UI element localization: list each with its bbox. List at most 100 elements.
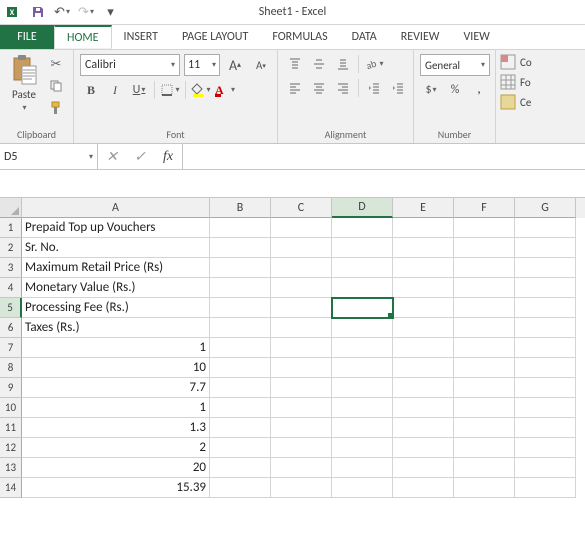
cell-E14[interactable] xyxy=(393,478,454,498)
cell-G10[interactable] xyxy=(515,398,576,418)
cell-A8[interactable]: 10 xyxy=(22,358,210,378)
cell-E13[interactable] xyxy=(393,458,454,478)
cell-A10[interactable]: 1 xyxy=(22,398,210,418)
align-bottom-button[interactable] xyxy=(332,54,354,74)
row-header[interactable]: 8 xyxy=(0,358,22,378)
cell-G5[interactable] xyxy=(515,298,576,318)
align-top-button[interactable] xyxy=(284,54,306,74)
cell-A1[interactable]: Prepaid Top up Vouchers xyxy=(22,218,210,238)
cell-G4[interactable] xyxy=(515,278,576,298)
font-size-combo[interactable]: 11▾ xyxy=(184,54,220,76)
cell-B9[interactable] xyxy=(210,378,271,398)
row-header[interactable]: 14 xyxy=(0,478,22,498)
cell-A11[interactable]: 1.3 xyxy=(22,418,210,438)
row-header[interactable]: 12 xyxy=(0,438,22,458)
cell-A13[interactable]: 20 xyxy=(22,458,210,478)
accounting-format-button[interactable]: $▾ xyxy=(420,80,442,100)
name-box[interactable]: D5▾ xyxy=(0,144,98,169)
cell-A3[interactable]: Maximum Retail Price (Rs) xyxy=(22,258,210,278)
orientation-button[interactable]: ab▾ xyxy=(363,54,385,74)
percent-style-button[interactable]: % xyxy=(444,80,466,100)
row-header[interactable]: 5 xyxy=(0,298,22,318)
fill-color-button[interactable]: ▾ xyxy=(190,80,212,100)
grow-font-button[interactable]: A▴ xyxy=(224,55,246,75)
cell-F5[interactable] xyxy=(454,298,515,318)
cell-D7[interactable] xyxy=(332,338,393,358)
align-left-button[interactable] xyxy=(284,78,306,98)
cell-F14[interactable] xyxy=(454,478,515,498)
cell-D14[interactable] xyxy=(332,478,393,498)
cell-E8[interactable] xyxy=(393,358,454,378)
tab-insert[interactable]: INSERT xyxy=(112,25,170,49)
cell-C3[interactable] xyxy=(271,258,332,278)
redo-icon[interactable]: ↷▾ xyxy=(76,2,96,22)
cell-G1[interactable] xyxy=(515,218,576,238)
cell-D5[interactable] xyxy=(332,298,393,318)
font-name-combo[interactable]: Calibri▾ xyxy=(80,54,180,76)
cell-F11[interactable] xyxy=(454,418,515,438)
cell-E12[interactable] xyxy=(393,438,454,458)
cell-G14[interactable] xyxy=(515,478,576,498)
cell-F7[interactable] xyxy=(454,338,515,358)
tab-page-layout[interactable]: PAGE LAYOUT xyxy=(170,25,260,49)
cell-B7[interactable] xyxy=(210,338,271,358)
tab-data[interactable]: DATA xyxy=(340,25,389,49)
cell-F8[interactable] xyxy=(454,358,515,378)
comma-style-button[interactable]: , xyxy=(468,80,490,100)
cell-A14[interactable]: 15.39 xyxy=(22,478,210,498)
col-header-C[interactable]: C xyxy=(271,198,332,218)
cell-E6[interactable] xyxy=(393,318,454,338)
col-header-E[interactable]: E xyxy=(393,198,454,218)
cell-B14[interactable] xyxy=(210,478,271,498)
cell-B2[interactable] xyxy=(210,238,271,258)
cell-D1[interactable] xyxy=(332,218,393,238)
cell-styles-label[interactable]: Ce xyxy=(520,96,531,109)
cell-G9[interactable] xyxy=(515,378,576,398)
cell-B3[interactable] xyxy=(210,258,271,278)
align-center-button[interactable] xyxy=(308,78,330,98)
cell-G2[interactable] xyxy=(515,238,576,258)
number-format-combo[interactable]: General▾ xyxy=(420,54,490,76)
cell-D10[interactable] xyxy=(332,398,393,418)
cell-B6[interactable] xyxy=(210,318,271,338)
cell-E11[interactable] xyxy=(393,418,454,438)
cell-E1[interactable] xyxy=(393,218,454,238)
cell-G6[interactable] xyxy=(515,318,576,338)
cell-B13[interactable] xyxy=(210,458,271,478)
col-header-B[interactable]: B xyxy=(210,198,271,218)
row-header[interactable]: 11 xyxy=(0,418,22,438)
cell-D2[interactable] xyxy=(332,238,393,258)
cell-E10[interactable] xyxy=(393,398,454,418)
cell-C7[interactable] xyxy=(271,338,332,358)
cell-F6[interactable] xyxy=(454,318,515,338)
cell-G11[interactable] xyxy=(515,418,576,438)
cell-E2[interactable] xyxy=(393,238,454,258)
tab-review[interactable]: REVIEW xyxy=(389,25,452,49)
format-as-table-label[interactable]: Fo xyxy=(520,76,531,89)
select-all-corner[interactable] xyxy=(0,198,22,218)
cell-G7[interactable] xyxy=(515,338,576,358)
cell-C8[interactable] xyxy=(271,358,332,378)
tab-view[interactable]: VIEW xyxy=(451,25,501,49)
cell-C2[interactable] xyxy=(271,238,332,258)
cell-C9[interactable] xyxy=(271,378,332,398)
cell-C13[interactable] xyxy=(271,458,332,478)
cell-E5[interactable] xyxy=(393,298,454,318)
italic-button[interactable]: I xyxy=(104,80,126,100)
cell-D9[interactable] xyxy=(332,378,393,398)
cell-E9[interactable] xyxy=(393,378,454,398)
row-header[interactable]: 2 xyxy=(0,238,22,258)
cell-D3[interactable] xyxy=(332,258,393,278)
row-header[interactable]: 10 xyxy=(0,398,22,418)
cell-F1[interactable] xyxy=(454,218,515,238)
borders-button[interactable]: ▾ xyxy=(159,80,181,100)
row-header[interactable]: 9 xyxy=(0,378,22,398)
cell-D8[interactable] xyxy=(332,358,393,378)
cell-G8[interactable] xyxy=(515,358,576,378)
align-right-button[interactable] xyxy=(332,78,354,98)
paste-button[interactable]: Paste ▾ xyxy=(6,54,42,113)
cell-A7[interactable]: 1 xyxy=(22,338,210,358)
col-header-D[interactable]: D xyxy=(332,198,393,218)
cell-B5[interactable] xyxy=(210,298,271,318)
cell-A6[interactable]: Taxes (Rs.) xyxy=(22,318,210,338)
